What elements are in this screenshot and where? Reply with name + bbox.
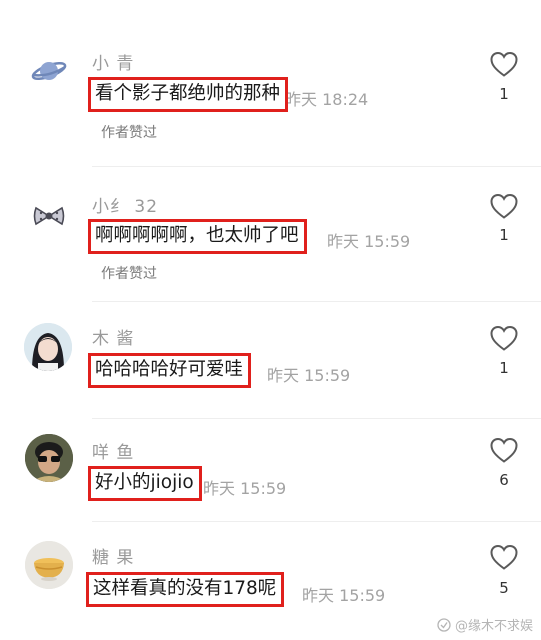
like-count: 1 <box>499 85 509 103</box>
author-liked-label: 作者赞过 <box>101 266 157 282</box>
like-button[interactable] <box>489 324 519 352</box>
like-count: 6 <box>499 471 509 489</box>
comment-text[interactable]: 啊啊啊啊啊，也太帅了吧 <box>88 219 307 254</box>
timestamp: 昨天 15:59 <box>267 366 351 385</box>
like-button[interactable] <box>489 192 519 220</box>
comment-text[interactable]: 这样看真的没有178呢 <box>86 572 285 607</box>
avatar[interactable] <box>24 323 72 371</box>
avatar[interactable] <box>25 434 73 482</box>
comment-text[interactable]: 看个影子都绝帅的那种 <box>88 77 289 112</box>
heart-icon <box>490 51 518 77</box>
comment-item: 木 酱 昨天 15:59 哈哈哈哈好可爱哇 1 <box>0 301 541 417</box>
timestamp: 昨天 15:59 <box>327 232 411 251</box>
comment-text[interactable]: 好小的jiojio <box>88 466 202 501</box>
comment-item: 小 青 昨天 18:24 看个影子都绝帅的那种 作者赞过 1 <box>0 0 541 165</box>
avatar[interactable] <box>26 193 72 239</box>
comment-item: 咩 鱼 昨天 15:59 好小的jiojio 6 <box>0 418 541 520</box>
like-count: 5 <box>499 579 509 597</box>
saturn-icon <box>31 61 67 81</box>
like-button[interactable] <box>489 436 519 464</box>
bowl-icon <box>25 541 73 589</box>
watermark: @缘木不求娱 <box>437 615 533 634</box>
comment-text[interactable]: 哈哈哈哈好可爱哇 <box>88 353 252 388</box>
username[interactable]: 小 青 <box>92 49 134 74</box>
like-count: 1 <box>499 359 509 377</box>
timestamp: 昨天 18:24 <box>285 90 369 109</box>
heart-icon <box>490 325 518 351</box>
comment-item: 小纟 32 昨天 15:59 啊啊啊啊啊，也太帅了吧 作者赞过 1 <box>0 166 541 300</box>
person-photo-avatar <box>25 434 73 482</box>
comment-list: 小 青 昨天 18:24 看个影子都绝帅的那种 作者赞过 1 小纟 32 昨天 … <box>0 0 541 640</box>
author-liked-label: 作者赞过 <box>101 125 157 141</box>
bow-icon <box>33 206 65 226</box>
username[interactable]: 小纟 32 <box>92 192 158 217</box>
username[interactable]: 木 酱 <box>92 324 134 349</box>
heart-icon <box>490 437 518 463</box>
heart-icon <box>490 193 518 219</box>
girl-photo-avatar <box>24 323 72 371</box>
username[interactable]: 咩 鱼 <box>92 438 134 463</box>
avatar[interactable] <box>26 48 72 94</box>
watermark-text: @缘木不求娱 <box>454 619 533 634</box>
like-count: 1 <box>499 226 509 244</box>
heart-icon <box>490 544 518 570</box>
like-button[interactable] <box>489 50 519 78</box>
avatar[interactable] <box>25 541 73 589</box>
like-button[interactable] <box>489 543 519 571</box>
timestamp: 昨天 15:59 <box>302 586 386 605</box>
logo-icon <box>437 617 451 632</box>
username[interactable]: 糖 果 <box>92 543 134 568</box>
timestamp: 昨天 15:59 <box>203 479 287 498</box>
